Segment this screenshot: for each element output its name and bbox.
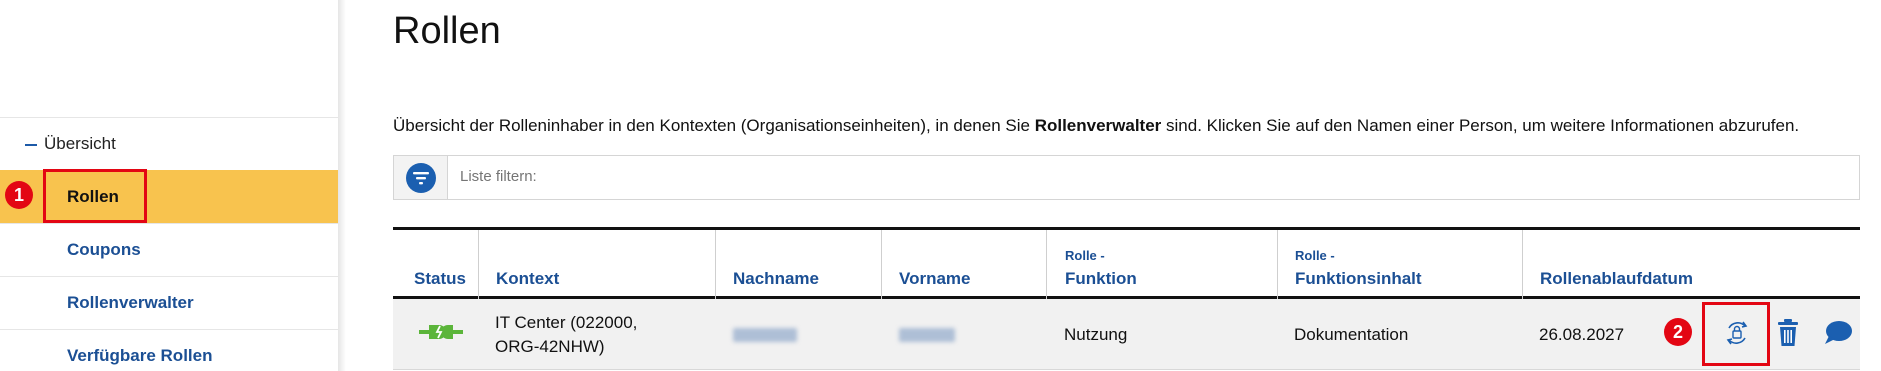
kontext-line: IT Center (022000, [495, 312, 638, 332]
annotation-badge-2: 2 [1664, 318, 1692, 346]
sidebar-item-rollenverwalter[interactable]: Rollenverwalter [0, 276, 338, 329]
sidebar-item-label: Rollenverwalter [67, 293, 194, 312]
page-intro: Übersicht der Rolleninhaber in den Konte… [393, 116, 1799, 136]
column-label: Funktion [1065, 269, 1137, 288]
sidebar-item-label: Übersicht [44, 134, 116, 153]
filter-icon [405, 162, 436, 193]
table-row[interactable]: IT Center (022000, ORG-42NHW) Nutzung Do… [393, 299, 1860, 370]
column-funktion[interactable]: Rolle - Funktion [1046, 230, 1277, 299]
column-prefix: Rolle - [1065, 248, 1105, 263]
filter-button[interactable] [394, 156, 448, 199]
column-nachname[interactable]: Nachname [715, 230, 881, 299]
column-label: Kontext [496, 269, 560, 288]
ablaufdatum-cell: 26.08.2027 [1539, 299, 1679, 370]
column-status[interactable]: Status [393, 230, 478, 299]
funktion-value: Nutzung [1064, 324, 1128, 344]
sidebar-item-label: Verfügbare Rollen [67, 346, 213, 365]
ablaufdatum-value: 26.08.2027 [1539, 324, 1625, 344]
status-cell [418, 299, 463, 370]
annotation-badge-1: 1 [5, 181, 33, 209]
nachname-cell[interactable] [733, 299, 873, 370]
funktionsinhalt-cell: Dokumentation [1294, 299, 1514, 370]
annotation-highlight-renew [1702, 302, 1770, 366]
sidebar-item-verfuegbare-rollen[interactable]: Verfügbare Rollen [0, 329, 338, 371]
funktionsinhalt-value: Dokumentation [1294, 324, 1409, 344]
filter-input[interactable] [460, 168, 1760, 185]
sidebar-shadow [338, 0, 346, 371]
column-label: Nachname [733, 269, 819, 288]
collapse-icon[interactable] [25, 144, 37, 146]
sidebar-item-coupons[interactable]: Coupons [0, 223, 338, 276]
vorname-cell[interactable] [899, 299, 1039, 370]
delete-button[interactable] [1775, 318, 1801, 352]
kontext-cell: IT Center (022000, ORG-42NHW) [495, 299, 715, 370]
redacted-nachname[interactable] [733, 327, 797, 342]
filter-bar [393, 155, 1860, 200]
funktion-cell: Nutzung [1064, 299, 1264, 370]
column-rollenablaufdatum[interactable]: Rollenablaufdatum [1522, 230, 1860, 299]
trash-icon [1776, 318, 1800, 352]
intro-text-end: sind. Klicken Sie auf den Namen einer Pe… [1161, 116, 1800, 135]
intro-bold: Rollenverwalter [1034, 116, 1162, 135]
column-label: Vorname [899, 269, 971, 288]
comment-button[interactable] [1823, 320, 1853, 351]
annotation-highlight-rollen [43, 169, 147, 223]
column-label: Status [414, 269, 466, 288]
column-kontext[interactable]: Kontext [478, 230, 715, 299]
sidebar-nav: Übersicht Rollen Coupons Rollenverwalter… [0, 117, 338, 371]
roles-table: Status Kontext Nachname Vorname Rolle - … [393, 227, 1860, 370]
redacted-vorname[interactable] [899, 327, 955, 342]
plug-connected-icon [418, 321, 463, 348]
intro-text: Übersicht der Rolleninhaber in den Konte… [393, 116, 1035, 135]
page-title: Rollen [393, 10, 501, 52]
table-header: Status Kontext Nachname Vorname Rolle - … [393, 230, 1860, 299]
column-prefix: Rolle - [1295, 248, 1335, 263]
comment-icon [1823, 320, 1853, 351]
sidebar-item-label: Coupons [67, 240, 141, 259]
column-funktionsinhalt[interactable]: Rolle - Funktionsinhalt [1277, 230, 1522, 299]
sidebar-item-uebersicht[interactable]: Übersicht [0, 117, 338, 170]
kontext-line: ORG-42NHW) [495, 336, 605, 356]
column-label: Rollenablaufdatum [1540, 269, 1694, 288]
column-vorname[interactable]: Vorname [881, 230, 1046, 299]
column-label: Funktionsinhalt [1295, 269, 1422, 288]
